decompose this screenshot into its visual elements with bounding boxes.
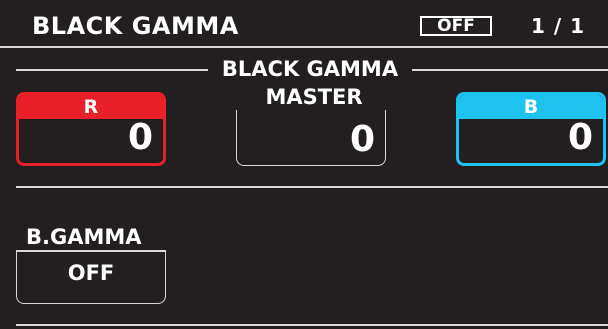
bottom-divider (16, 324, 608, 326)
page-indicator: 1 / 1 (531, 14, 586, 38)
master-label: MASTER (265, 85, 363, 109)
bgamma-value: OFF (67, 261, 115, 285)
status-badge: OFF (420, 16, 492, 36)
master-level-control[interactable]: 0 (236, 110, 386, 166)
r-level-control[interactable]: R 0 (16, 92, 166, 166)
page-title: BLACK GAMMA (32, 12, 239, 40)
mid-divider (16, 186, 608, 188)
section-divider-left (16, 69, 208, 71)
r-value: 0 (127, 117, 153, 158)
b-label: B (459, 95, 603, 119)
section-divider-right (412, 69, 608, 71)
section-title: BLACK GAMMA (221, 57, 399, 81)
bgamma-label: B.GAMMA (26, 225, 142, 249)
header-divider (0, 46, 608, 48)
b-value: 0 (567, 117, 593, 158)
master-value: 0 (349, 119, 375, 160)
b-level-control[interactable]: B 0 (456, 92, 606, 166)
bgamma-toggle[interactable]: OFF (16, 250, 166, 304)
r-label: R (19, 95, 163, 119)
